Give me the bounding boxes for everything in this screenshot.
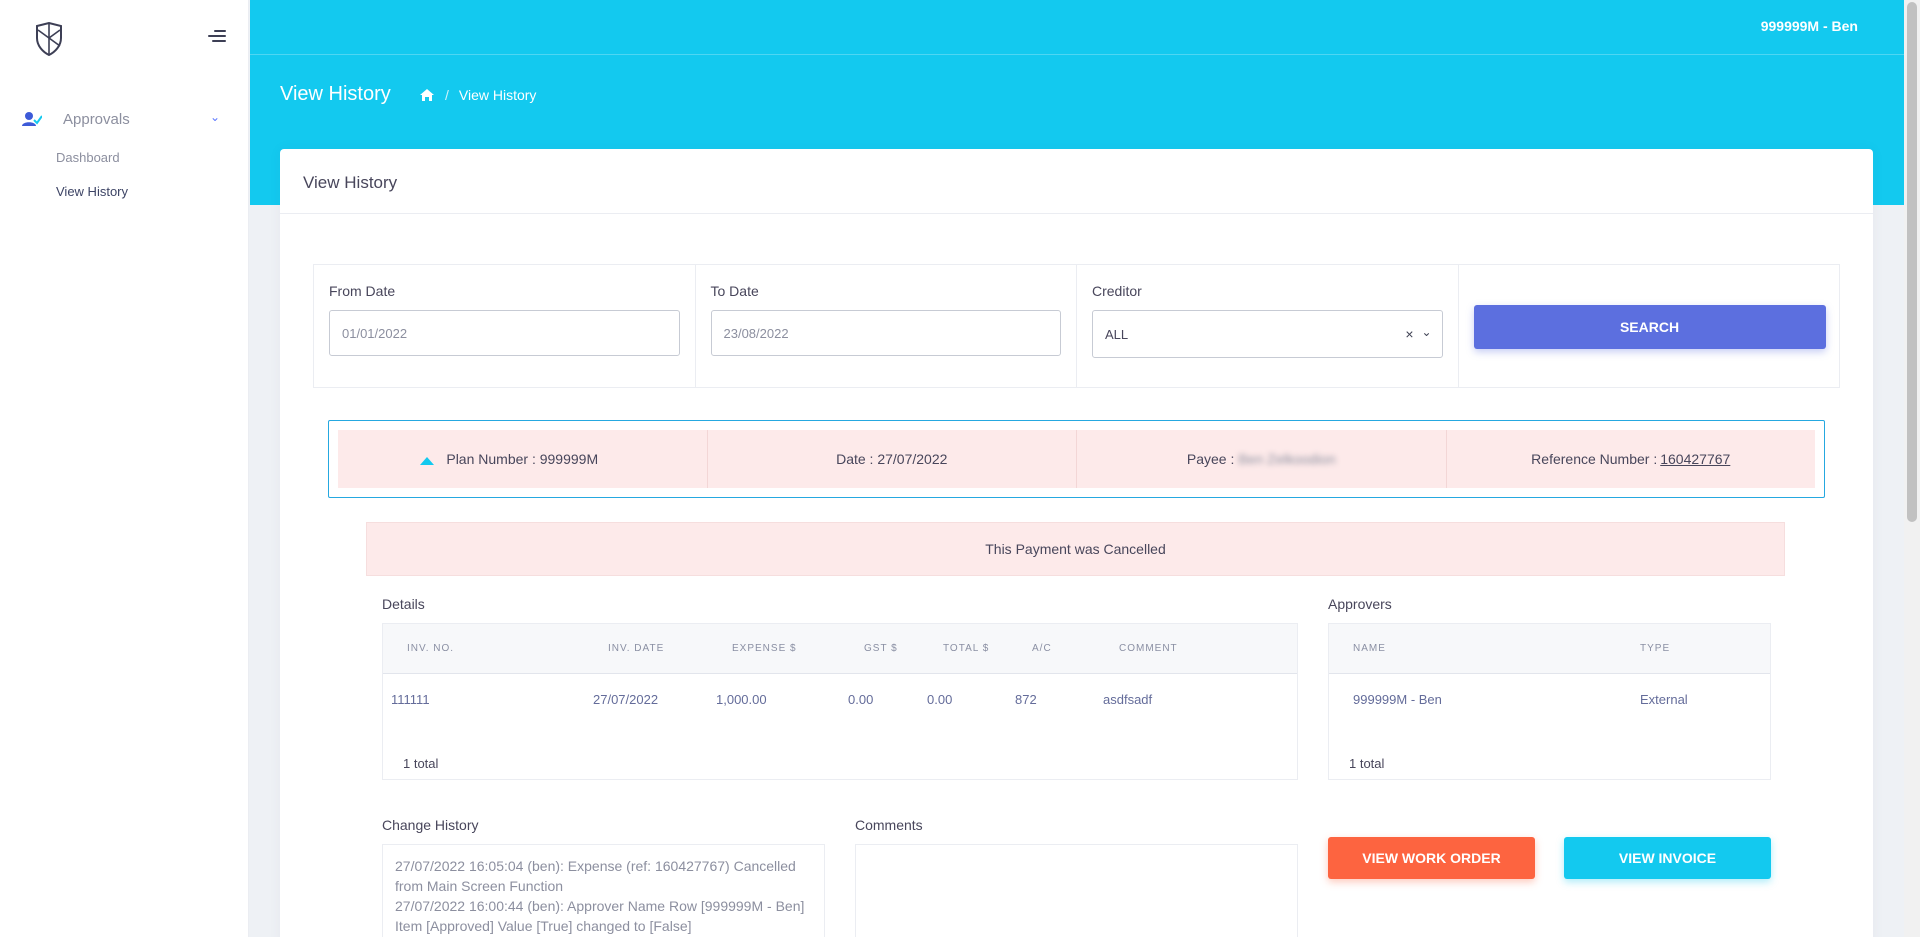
col-gst[interactable]: GST $: [864, 643, 898, 654]
plan-summary[interactable]: Plan Number : 999999M Date : 27/07/2022 …: [328, 420, 1825, 498]
filter-bar: From Date 01/01/2022 To Date 23/08/2022 …: [313, 264, 1840, 388]
sidebar-group-approvals[interactable]: Approvals ⌄: [22, 108, 222, 130]
creditor-cell: Creditor ALL × ⌄: [1077, 265, 1459, 387]
breadcrumb-separator: /: [445, 87, 449, 103]
approvers-table: NAME TYPE 999999M - Ben External 1 total: [1328, 623, 1771, 780]
history-entry: 27/07/2022 16:00:44 (ben): Approver Name…: [395, 898, 805, 934]
chevron-down-icon[interactable]: ⌄: [1421, 325, 1431, 339]
sidebar-item-dashboard[interactable]: Dashboard: [56, 150, 120, 165]
payee-label: Payee :: [1186, 451, 1235, 467]
sidebar: Approvals ⌄ Dashboard View History: [0, 0, 249, 937]
comments-textarea[interactable]: [855, 844, 1298, 937]
cell-inv-no: 111111: [391, 692, 430, 707]
cell-gst: 0.00: [848, 692, 874, 707]
chevron-down-icon: ⌄: [209, 110, 220, 124]
to-date-input[interactable]: 23/08/2022: [710, 310, 1061, 356]
page-title: View History: [280, 83, 391, 105]
cancelled-alert: This Payment was Cancelled: [366, 522, 1785, 576]
col-comment[interactable]: COMMENT: [1119, 643, 1178, 654]
card-title: View History: [280, 149, 1873, 214]
search-button[interactable]: SEARCH: [1473, 305, 1826, 349]
payee-value: Ben Zelkoodion: [1238, 451, 1336, 467]
col-expense[interactable]: EXPENSE $: [732, 643, 797, 654]
col-name[interactable]: NAME: [1353, 643, 1386, 654]
reference-link[interactable]: 160427767: [1660, 451, 1730, 467]
history-card: View History From Date 01/01/2022 To Dat…: [280, 149, 1873, 937]
creditor-select[interactable]: ALL × ⌄: [1092, 310, 1443, 358]
approvers-title: Approvers: [1328, 596, 1392, 612]
details-title: Details: [382, 596, 425, 612]
col-type[interactable]: TYPE: [1640, 643, 1670, 654]
home-icon[interactable]: [419, 88, 435, 102]
change-history-box[interactable]: 27/07/2022 16:05:04 (ben): Expense (ref:…: [382, 844, 825, 937]
from-date-input[interactable]: 01/01/2022: [329, 310, 680, 356]
shield-logo-icon: [36, 22, 62, 56]
cell-expense: 1,000.00: [716, 692, 767, 707]
breadcrumb-current[interactable]: View History: [459, 87, 537, 103]
creditor-value: ALL: [1105, 326, 1129, 342]
plan-date: Date : 27/07/2022: [708, 430, 1077, 488]
user-menu[interactable]: 999999M - Ben: [1761, 18, 1858, 34]
sidebar-item-view-history[interactable]: View History: [56, 184, 128, 199]
reference-label: Reference Number :: [1531, 451, 1658, 467]
col-inv-date[interactable]: INV. DATE: [608, 643, 664, 654]
plan-payee: Payee : Ben Zelkoodion: [1077, 430, 1447, 488]
user-check-icon: [22, 112, 42, 126]
comments-title: Comments: [855, 817, 923, 833]
details-table: INV. NO. INV. DATE EXPENSE $ GST $ TOTAL…: [382, 623, 1298, 780]
scrollbar-thumb[interactable]: [1907, 2, 1917, 522]
approvers-total: 1 total: [1349, 756, 1385, 771]
view-work-order-button[interactable]: VIEW WORK ORDER: [1328, 837, 1535, 879]
details-total: 1 total: [403, 756, 439, 771]
details-header: INV. NO. INV. DATE EXPENSE $ GST $ TOTAL…: [383, 624, 1297, 674]
cell-total: 0.00: [927, 692, 953, 707]
creditor-label: Creditor: [1092, 283, 1142, 299]
history-entry: 27/07/2022 16:05:04 (ben): Expense (ref:…: [395, 858, 796, 894]
approvers-header: NAME TYPE: [1329, 624, 1770, 674]
plan-number: Plan Number : 999999M: [338, 430, 708, 488]
from-date-cell: From Date 01/01/2022: [314, 265, 696, 387]
view-invoice-button[interactable]: VIEW INVOICE: [1564, 837, 1771, 879]
search-cell: SEARCH: [1459, 265, 1840, 387]
sidebar-group-label: Approvals: [63, 110, 130, 128]
from-date-label: From Date: [329, 283, 396, 299]
col-total[interactable]: TOTAL $: [943, 643, 989, 654]
plan-reference: Reference Number : 160427767: [1447, 430, 1816, 488]
col-ac[interactable]: A/C: [1032, 643, 1052, 654]
scrollbar[interactable]: [1904, 0, 1920, 937]
to-date-cell: To Date 23/08/2022: [696, 265, 1077, 387]
plan-summary-row: Plan Number : 999999M Date : 27/07/2022 …: [338, 430, 1815, 488]
cell-approver-type: External: [1640, 692, 1688, 707]
collapse-triangle-icon[interactable]: [420, 457, 434, 465]
cell-inv-date: 27/07/2022: [593, 692, 659, 707]
menu-toggle-icon[interactable]: [206, 30, 226, 46]
cell-ac: 872: [1015, 692, 1037, 707]
to-date-label: To Date: [710, 283, 759, 299]
plan-number-text: Plan Number : 999999M: [446, 451, 599, 467]
col-inv-no[interactable]: INV. NO.: [407, 643, 454, 654]
topbar: 999999M - Ben: [250, 0, 1904, 55]
breadcrumb: / View History: [419, 87, 536, 103]
clear-icon[interactable]: ×: [1405, 326, 1413, 342]
cell-approver-name: 999999M - Ben: [1353, 692, 1442, 707]
change-history-title: Change History: [382, 817, 479, 833]
cell-comment: asdfsadf: [1103, 692, 1153, 707]
